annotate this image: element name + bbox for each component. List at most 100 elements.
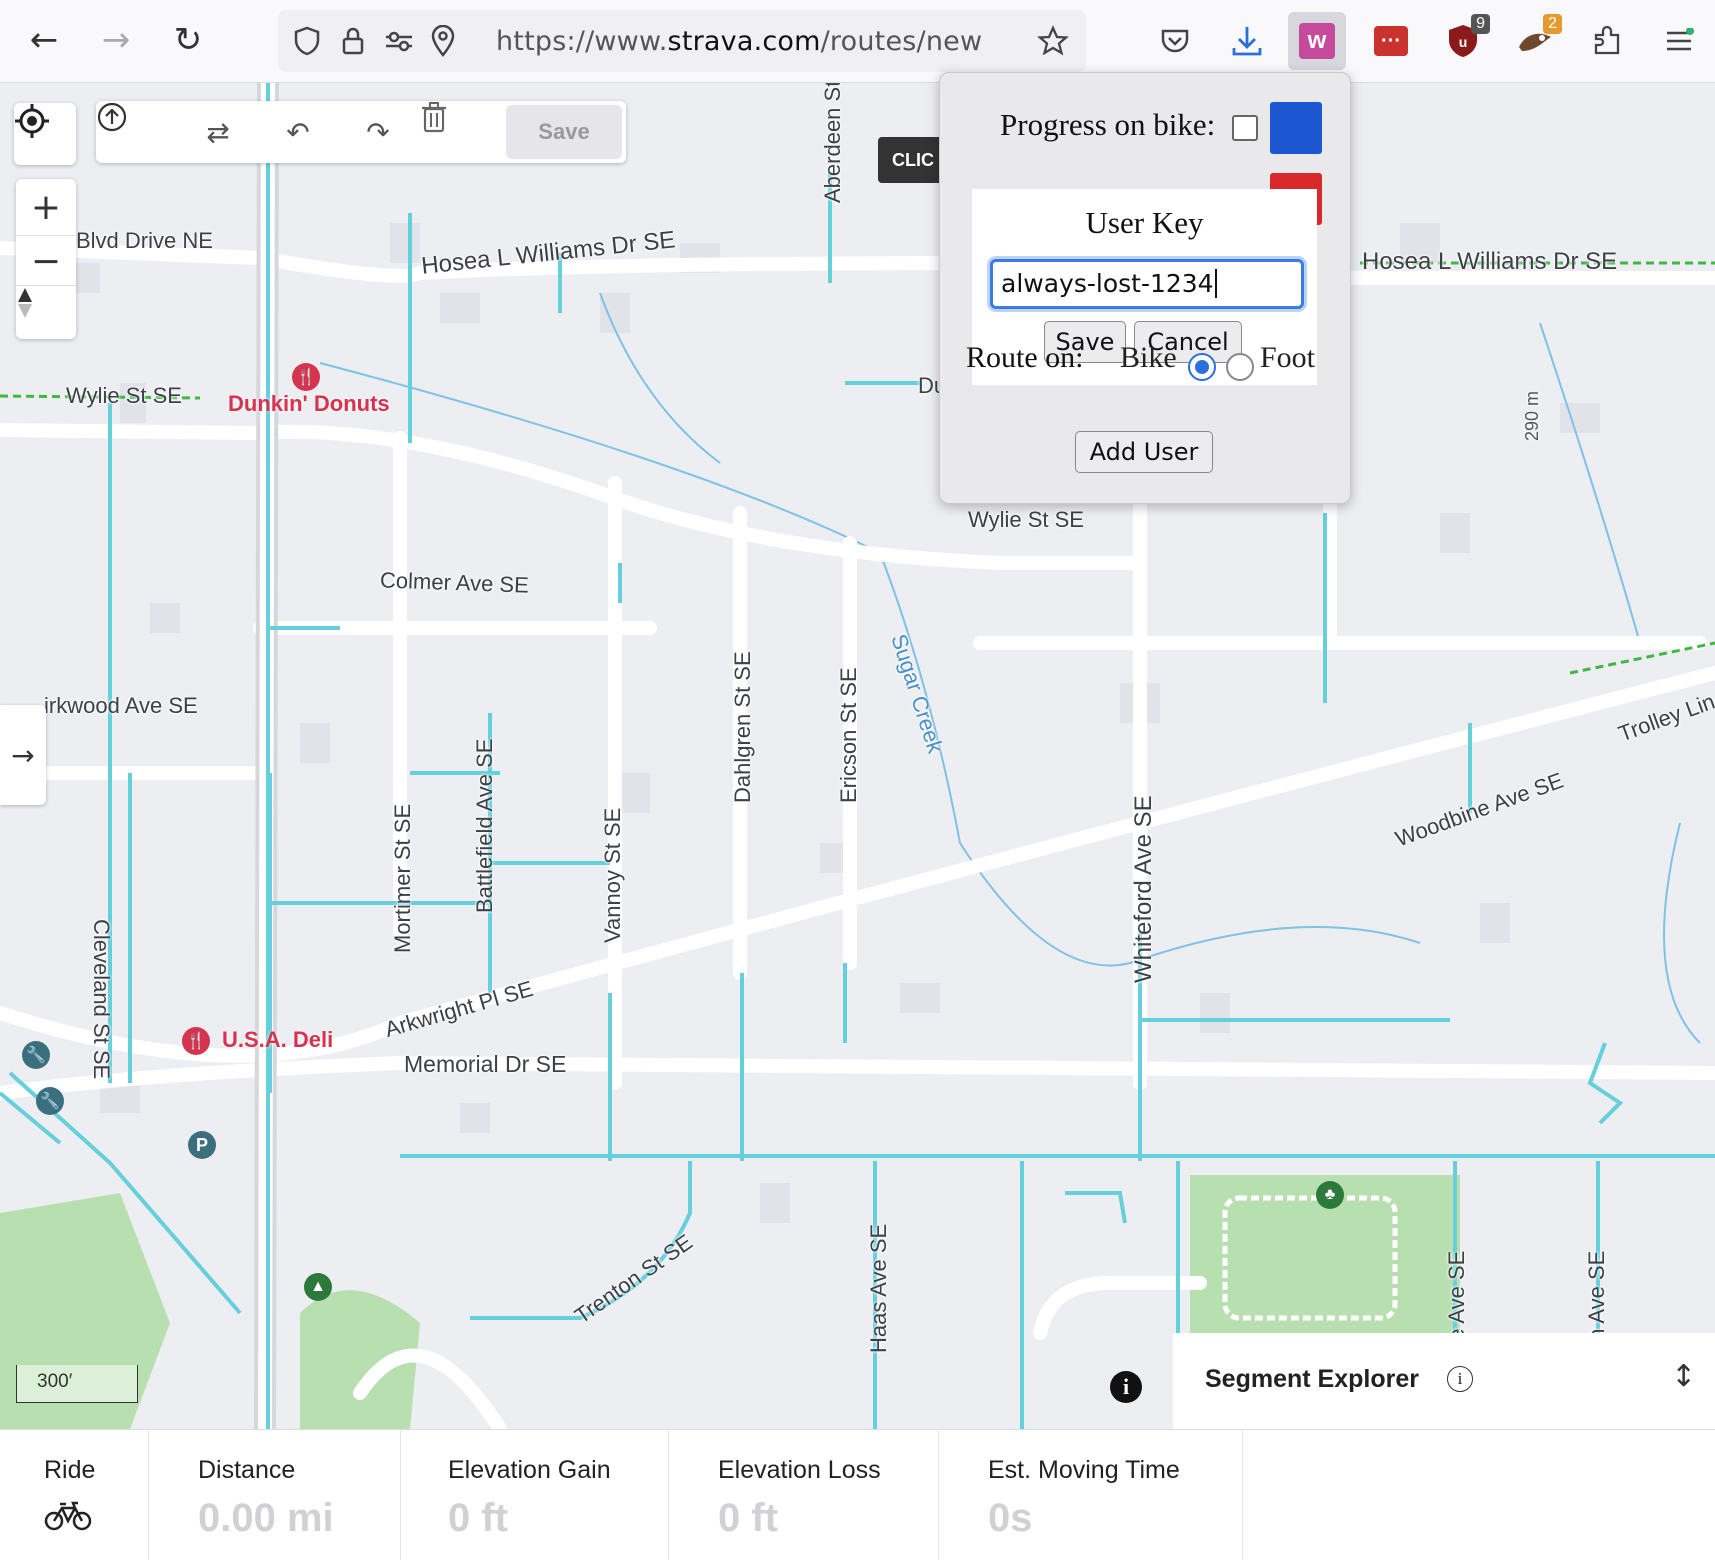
- street-label: Blvd Drive NE: [76, 228, 213, 253]
- extension-badge: 9: [1471, 14, 1490, 34]
- route-on-row: Route on:: [966, 341, 1084, 375]
- route-toolbar: ⇄ ↶ ↷ Save: [96, 101, 626, 163]
- url-text: https://www.strava.com/routes/new: [496, 26, 983, 57]
- upload-icon[interactable]: [96, 101, 176, 163]
- bookmark-star-icon[interactable]: [1036, 24, 1070, 58]
- route-stats-bar: Ride Distance 0.00 mi Elevation Gain 0 f…: [0, 1429, 1715, 1560]
- zoom-in-icon[interactable]: +: [16, 179, 76, 235]
- crosshair-icon: [14, 103, 76, 165]
- downloads-icon[interactable]: [1218, 12, 1276, 70]
- progress-bike-label: Progress on bike:: [1000, 107, 1216, 142]
- pocket-icon[interactable]: [1146, 12, 1204, 70]
- back-icon[interactable]: ←: [22, 18, 66, 62]
- elevation-gain-label: Elevation Gain: [448, 1456, 611, 1484]
- permissions-icon[interactable]: [382, 24, 416, 58]
- route-foot-radio[interactable]: [1226, 353, 1254, 381]
- undo-icon[interactable]: ↶: [258, 101, 338, 163]
- elevation-gain-value: 0 ft: [448, 1496, 508, 1540]
- route-on-label: Route on:: [966, 341, 1084, 374]
- distance-value: 0.00 mi: [198, 1496, 334, 1540]
- moving-time-stat: Est. Moving Time 0s: [938, 1430, 1243, 1560]
- restaurant-icon[interactable]: 🍴: [292, 363, 320, 391]
- wrench-icon[interactable]: 🔧: [36, 1087, 64, 1115]
- zoom-controls: + −: [16, 179, 76, 339]
- browser-toolbar: ← → ↻ https://www.strava.com/routes/new …: [0, 0, 1715, 83]
- save-route-button[interactable]: Save: [506, 105, 622, 159]
- moving-time-value: 0s: [988, 1496, 1033, 1540]
- activity-type-selector[interactable]: Ride: [0, 1430, 149, 1560]
- street-label: Aberdeen St: [820, 83, 845, 203]
- extension-badge: 2: [1543, 14, 1562, 34]
- trash-icon[interactable]: [420, 101, 500, 163]
- extension-bird-icon[interactable]: 2: [1506, 12, 1564, 70]
- arrow-right-icon: →: [11, 738, 35, 772]
- street-label: Vannoy St SE: [600, 807, 625, 943]
- url-bar[interactable]: https://www.strava.com/routes/new: [278, 10, 1086, 72]
- compass-icon[interactable]: [16, 285, 76, 340]
- extensions-puzzle-icon[interactable]: [1578, 12, 1636, 70]
- restaurant-icon[interactable]: 🍴: [182, 1027, 210, 1055]
- route-bike-radio[interactable]: [1188, 353, 1216, 381]
- map-scale: 300′: [16, 1365, 138, 1403]
- poi-dunkin[interactable]: Dunkin' Donuts: [228, 391, 390, 417]
- street-label: Colmer Ave SE: [379, 567, 530, 598]
- distance-label: Distance: [198, 1456, 296, 1484]
- parking-icon[interactable]: P: [188, 1131, 216, 1159]
- location-icon[interactable]: [426, 24, 460, 58]
- street-label: Cleveland St SE: [89, 919, 114, 1080]
- park-tree-icon[interactable]: ♣: [1316, 1181, 1344, 1209]
- street-label: Dahlgren St SE: [730, 651, 755, 803]
- elevation-loss-stat: Elevation Loss 0 ft: [668, 1430, 939, 1560]
- forward-icon[interactable]: →: [94, 18, 138, 62]
- reload-icon[interactable]: ↻: [166, 18, 210, 62]
- user-key-input[interactable]: always-lost-1234: [990, 259, 1304, 309]
- street-label: Whiteford Ave SE: [1130, 795, 1157, 983]
- menu-icon[interactable]: [1650, 12, 1708, 70]
- segment-explorer-title: Segment Explorer: [1205, 1365, 1419, 1393]
- extension-dots-icon[interactable]: ···: [1362, 12, 1420, 70]
- street-label: Wylie St SE: [66, 383, 182, 408]
- extension-w-icon[interactable]: w: [1288, 12, 1346, 70]
- bike-icon: [44, 1500, 92, 1537]
- add-user-button[interactable]: Add User: [1075, 431, 1213, 473]
- reverse-route-icon[interactable]: ⇄: [178, 101, 258, 163]
- lock-icon[interactable]: [336, 24, 370, 58]
- distance-stat: Distance 0.00 mi: [148, 1430, 401, 1560]
- wrench-icon[interactable]: 🔧: [22, 1041, 50, 1069]
- street-label: Mortimer St SE: [390, 803, 415, 953]
- svg-text:u: u: [1459, 34, 1468, 50]
- zoom-out-icon[interactable]: −: [16, 235, 76, 286]
- poi-usa-deli[interactable]: U.S.A. Deli: [222, 1027, 333, 1053]
- segment-explorer-panel[interactable]: Segment Explorer i ↕: [1173, 1333, 1715, 1429]
- elevation-gain-stat: Elevation Gain 0 ft: [400, 1430, 669, 1560]
- modal-title: User Key: [1085, 205, 1204, 240]
- info-circle-icon[interactable]: i: [1447, 1366, 1473, 1392]
- activity-label: Ride: [44, 1456, 96, 1484]
- resize-vertical-icon[interactable]: ↕: [1671, 1359, 1696, 1394]
- street-label: Ericson St SE: [836, 667, 861, 803]
- locate-button[interactable]: [14, 103, 76, 165]
- redo-icon[interactable]: ↷: [338, 101, 418, 163]
- bike-color-swatch[interactable]: [1270, 102, 1322, 154]
- progress-bike-checkbox[interactable]: [1232, 115, 1258, 141]
- extension-shield-icon[interactable]: u 9: [1434, 12, 1492, 70]
- elevation-loss-value: 0 ft: [718, 1496, 778, 1540]
- street-label: Memorial Dr SE: [404, 1051, 567, 1077]
- expand-sidebar-button[interactable]: →: [0, 705, 46, 805]
- street-label: Wylie St SE: [968, 507, 1084, 532]
- extension-popup: Progress on bike: User Key always-lost-1…: [939, 72, 1351, 504]
- park-icon[interactable]: ▲: [304, 1273, 332, 1301]
- street-label: Hosea L Williams Dr SE: [1362, 248, 1618, 275]
- elevation-loss-label: Elevation Loss: [718, 1456, 881, 1484]
- map-canvas[interactable]: Blvd Drive NE Hosea L Williams Dr SE Hos…: [0, 83, 1715, 1429]
- shield-icon[interactable]: [290, 24, 324, 58]
- moving-time-label: Est. Moving Time: [988, 1456, 1180, 1484]
- street-label: irkwood Ave SE: [44, 693, 198, 718]
- street-label: Battlefield Ave SE: [472, 738, 497, 914]
- elevation-contour-label: 290 m: [1522, 390, 1542, 441]
- info-icon[interactable]: i: [1110, 1371, 1142, 1403]
- click-tooltip: CLIC: [878, 137, 948, 183]
- street-label: Haas Ave SE: [866, 1223, 891, 1353]
- route-bike-label: Bike: [1120, 341, 1177, 374]
- route-foot-label: Foot: [1260, 341, 1316, 374]
